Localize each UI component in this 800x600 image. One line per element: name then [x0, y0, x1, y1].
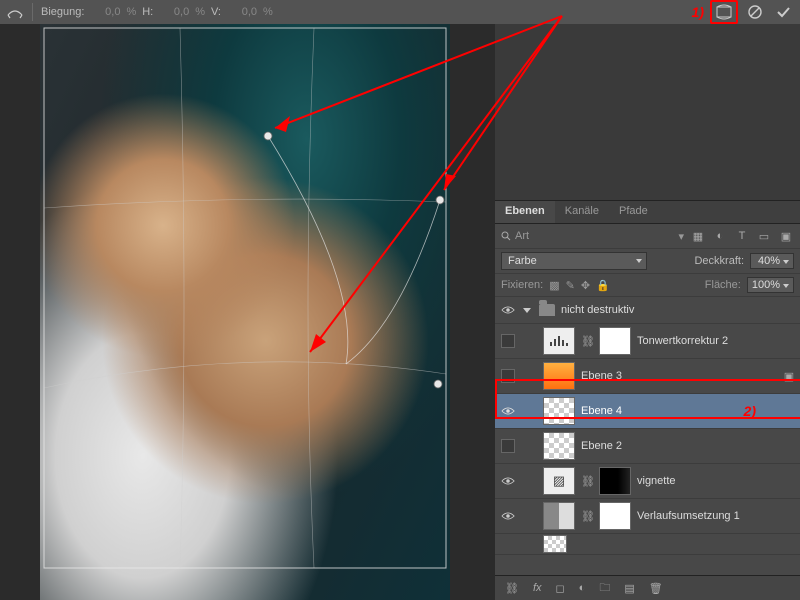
visibility-toggle[interactable]	[501, 369, 515, 383]
layer-name[interactable]: nicht destruktiv	[561, 304, 796, 316]
fill-value[interactable]: 100%	[747, 277, 794, 293]
layer-row[interactable]: ▨ ⛓ vignette	[495, 464, 800, 499]
warp-mode-icon[interactable]	[6, 3, 24, 21]
toggle-warp-free-button[interactable]	[710, 0, 738, 24]
layer-thumb	[543, 362, 575, 390]
new-adjustment-icon[interactable]: ◐	[579, 582, 586, 594]
new-layer-icon[interactable]: ▤	[624, 582, 634, 595]
tab-channels[interactable]: Kanäle	[555, 201, 609, 223]
link-layers-icon[interactable]: ⛓	[505, 582, 519, 595]
folder-icon	[539, 304, 555, 316]
annotation-1: 1)	[692, 4, 704, 20]
layer-row[interactable]	[495, 534, 800, 555]
layer-name[interactable]: Ebene 2	[581, 440, 796, 452]
h-label: H:	[142, 6, 153, 18]
lock-position-icon[interactable]: ✥	[581, 279, 590, 292]
layer-name[interactable]: vignette	[637, 475, 796, 487]
filter-smart-icon[interactable]: ▣	[778, 228, 794, 244]
layers-bottom-toolbar: ⛓ fx ◻ ◐ 🗀 ▤ 🗑	[495, 575, 800, 600]
opacity-value[interactable]: 40%	[750, 253, 794, 269]
adjustment-thumb	[543, 502, 575, 530]
layer-thumb	[543, 432, 575, 460]
options-bar: Biegung: 0,0 % H: 0,0 % V: 0,0 % 1)	[0, 0, 800, 25]
layer-thumb	[543, 397, 575, 425]
commit-transform-button[interactable]	[772, 2, 794, 22]
filter-shape-icon[interactable]: ▭	[756, 228, 772, 244]
disclosure-triangle-icon[interactable]	[523, 308, 531, 313]
layer-name[interactable]: Verlaufsumsetzung 1	[637, 510, 796, 522]
adjustment-thumb	[543, 327, 575, 355]
layer-filter-row: Art ▾ ▦ ◐ T ▭ ▣	[495, 224, 800, 249]
biegung-value[interactable]: 0,0	[90, 6, 120, 18]
new-group-icon[interactable]: 🗀	[599, 579, 610, 598]
layer-group[interactable]: nicht destruktiv	[495, 297, 800, 324]
link-mask-icon[interactable]: ⛓	[581, 510, 593, 522]
filter-type-icon[interactable]: T	[734, 228, 750, 244]
navigator-panel[interactable]	[495, 24, 800, 201]
delete-layer-icon[interactable]: 🗑	[649, 582, 663, 595]
lock-pixels-icon[interactable]: ✎	[566, 279, 575, 292]
right-panel-column: Ebenen Kanäle Pfade Art ▾ ▦ ◐ T ▭ ▣ Farb…	[495, 24, 800, 600]
lock-fill-row: Fixieren: ▩ ✎ ✥ 🔒 Fläche: 100%	[495, 274, 800, 297]
blend-mode-select[interactable]: Farbe	[501, 252, 647, 270]
layer-row[interactable]: Ebene 2	[495, 429, 800, 464]
layer-row[interactable]: ⛓ Tonwertkorrektur 2	[495, 324, 800, 359]
layer-row[interactable]: ⛓ Verlaufsumsetzung 1	[495, 499, 800, 534]
visibility-toggle[interactable]	[499, 507, 517, 525]
filter-adjust-icon[interactable]: ◐	[712, 228, 728, 244]
visibility-toggle[interactable]	[499, 472, 517, 490]
v-label: V:	[211, 6, 221, 18]
visibility-toggle[interactable]	[501, 439, 515, 453]
mask-thumb[interactable]	[599, 467, 631, 495]
tab-paths[interactable]: Pfade	[609, 201, 658, 223]
mask-thumb[interactable]	[599, 502, 631, 530]
mask-thumb[interactable]	[599, 327, 631, 355]
blend-opacity-row: Farbe Deckkraft: 40%	[495, 249, 800, 274]
fill-label: Fläche:	[705, 279, 741, 291]
layer-effects-icon[interactable]: ▣	[782, 370, 796, 383]
visibility-toggle[interactable]	[501, 334, 515, 348]
v-value[interactable]: 0,0	[227, 6, 257, 18]
document-image	[40, 24, 450, 600]
layer-style-icon[interactable]: fx	[533, 582, 542, 594]
lock-label: Fixieren:	[501, 279, 543, 291]
link-mask-icon[interactable]: ⛓	[581, 335, 593, 347]
lock-all-icon[interactable]: 🔒	[596, 279, 610, 292]
biegung-label: Biegung:	[41, 6, 84, 18]
opacity-label: Deckkraft:	[694, 255, 744, 267]
link-mask-icon[interactable]: ⛓	[581, 475, 593, 487]
layer-name[interactable]: Ebene 4	[581, 405, 738, 417]
layers-panel: Ebenen Kanäle Pfade Art ▾ ▦ ◐ T ▭ ▣ Farb…	[495, 201, 800, 600]
h-value[interactable]: 0,0	[159, 6, 189, 18]
add-mask-icon[interactable]: ◻	[556, 582, 565, 595]
tab-layers[interactable]: Ebenen	[495, 201, 555, 223]
layer-name[interactable]: Tonwertkorrektur 2	[637, 335, 796, 347]
annotation-2: 2)	[744, 403, 756, 419]
filter-pixel-icon[interactable]: ▦	[690, 228, 706, 244]
visibility-toggle[interactable]	[499, 301, 517, 319]
layer-name[interactable]: Ebene 3	[581, 370, 776, 382]
layer-filter-type[interactable]: Art ▾	[501, 230, 684, 243]
layer-row-selected[interactable]: Ebene 4 2)	[495, 394, 800, 429]
lock-transparent-icon[interactable]: ▩	[549, 279, 559, 292]
layer-row[interactable]: Ebene 3 ▣	[495, 359, 800, 394]
canvas-area[interactable]	[0, 24, 495, 600]
visibility-toggle[interactable]	[499, 402, 517, 420]
layer-thumb	[543, 535, 567, 553]
cancel-transform-button[interactable]	[744, 2, 766, 22]
adjustment-thumb: ▨	[543, 467, 575, 495]
layers-list: nicht destruktiv ⛓ Tonwertkorrektur 2 Eb…	[495, 297, 800, 575]
panel-tabs: Ebenen Kanäle Pfade	[495, 201, 800, 224]
